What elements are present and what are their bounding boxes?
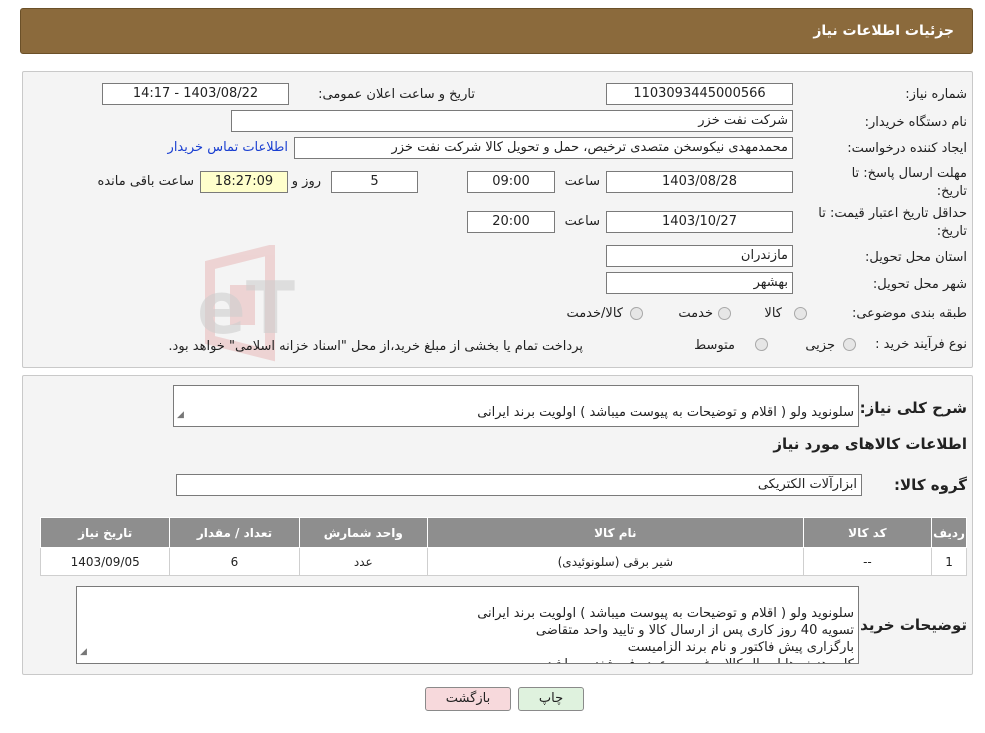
col-date: تاریخ نیاز: [39, 517, 171, 548]
col-name: نام کالا: [426, 517, 804, 548]
process-option-medium: متوسط: [694, 338, 735, 353]
cell-code: --: [802, 547, 933, 576]
cell-qty: 6: [169, 547, 300, 576]
need-summary-label: شرح کلی نیاز:: [859, 399, 967, 417]
resize-grip-icon[interactable]: ◢: [177, 407, 184, 424]
process-label: نوع فرآیند خرید :: [875, 337, 967, 352]
print-button[interactable]: چاپ: [518, 687, 584, 711]
category-radio-goods[interactable]: [794, 307, 807, 320]
cell-row: 1: [931, 547, 967, 576]
category-option-service: خدمت: [678, 306, 713, 321]
goods-group-label: گروه کالا:: [894, 476, 967, 494]
process-radio-minor[interactable]: [843, 338, 856, 351]
resize-grip-icon[interactable]: ◢: [80, 644, 87, 661]
price-validity-time: 20:00: [467, 211, 555, 233]
need-summary-field: سلونوید ولو ( اقلام و توضیحات به پیوست م…: [173, 385, 859, 427]
page-header: جزئیات اطلاعات نیاز: [20, 8, 973, 54]
reply-time-label: ساعت: [564, 174, 600, 189]
items-table: ردیف کد کالا نام کالا واحد شمارش تعداد /…: [39, 517, 967, 576]
price-validity-date: 1403/10/27: [606, 211, 793, 233]
process-radio-medium[interactable]: [755, 338, 768, 351]
cell-unit: عدد: [298, 547, 428, 576]
process-option-minor: جزیی: [805, 338, 835, 353]
need-number-field: 1103093445000566: [606, 83, 793, 105]
back-button[interactable]: بازگشت: [425, 687, 511, 711]
col-unit: واحد شمارش: [298, 517, 428, 548]
buyer-notes-label: توضیحات خریدار:: [840, 616, 967, 634]
city-field: بهشهر: [606, 272, 793, 294]
category-option-goods-service: کالا/خدمت: [566, 306, 623, 321]
reply-deadline-label-2: تاریخ:: [936, 184, 967, 199]
category-option-goods: کالا: [764, 306, 782, 321]
col-qty: تعداد / مقدار: [169, 517, 300, 548]
table-row: 1 -- شیر برقی (سلونوئیدی) عدد 6 1403/09/…: [39, 547, 967, 576]
buyer-org-field: شرکت نفت خزر: [231, 110, 793, 132]
buyer-notes-field: سلونوید ولو ( اقلام و توضیحات به پیوست م…: [76, 586, 859, 664]
items-section-title: اطلاعات کالاهای مورد نیاز: [773, 435, 967, 453]
province-label: استان محل تحویل:: [865, 250, 967, 265]
category-label: طبقه بندی موضوعی:: [851, 306, 967, 321]
category-radio-service[interactable]: [718, 307, 731, 320]
province-field: مازندران: [606, 245, 793, 267]
reply-days-field: 5: [331, 171, 418, 193]
buyer-org-label: نام دستگاه خریدار:: [864, 115, 967, 130]
payment-note: پرداخت تمام یا بخشی از مبلغ خرید،از محل …: [168, 339, 583, 354]
requester-label: ایجاد کننده درخواست:: [847, 141, 967, 156]
reply-deadline-label: مهلت ارسال پاسخ: تا: [851, 166, 967, 181]
announce-date-field: 1403/08/22 - 14:17: [102, 83, 289, 105]
remaining-time-label: ساعت باقی مانده: [97, 174, 194, 189]
remaining-time-field: 18:27:09: [200, 171, 288, 193]
reply-deadline-date: 1403/08/28: [606, 171, 793, 193]
category-radio-goods-service[interactable]: [630, 307, 643, 320]
days-label: روز و: [291, 174, 321, 189]
cell-name: شیر برقی (سلونوئیدی): [426, 547, 804, 576]
col-code: کد کالا: [802, 517, 933, 548]
goods-group-field: ابزارآلات الکتریکی: [176, 474, 862, 496]
price-validity-label-2: تاریخ:: [936, 224, 967, 239]
need-number-label: شماره نیاز:: [905, 87, 967, 102]
announce-date-label: تاریخ و ساعت اعلان عمومی:: [318, 87, 475, 102]
cell-date: 1403/09/05: [39, 547, 171, 576]
buyer-contact-link[interactable]: اطلاعات تماس خریدار: [168, 140, 288, 155]
col-row: ردیف: [931, 517, 967, 548]
price-validity-time-label: ساعت: [564, 214, 600, 229]
price-validity-label: حداقل تاریخ اعتبار قیمت: تا: [818, 206, 967, 221]
page-title: جزئیات اطلاعات نیاز: [813, 23, 954, 39]
reply-deadline-time: 09:00: [467, 171, 555, 193]
requester-field: محمدمهدی نیکوسخن متصدی ترخیص، حمل و تحوی…: [294, 137, 793, 159]
table-header-row: ردیف کد کالا نام کالا واحد شمارش تعداد /…: [39, 517, 967, 548]
city-label: شهر محل تحویل:: [872, 277, 967, 292]
